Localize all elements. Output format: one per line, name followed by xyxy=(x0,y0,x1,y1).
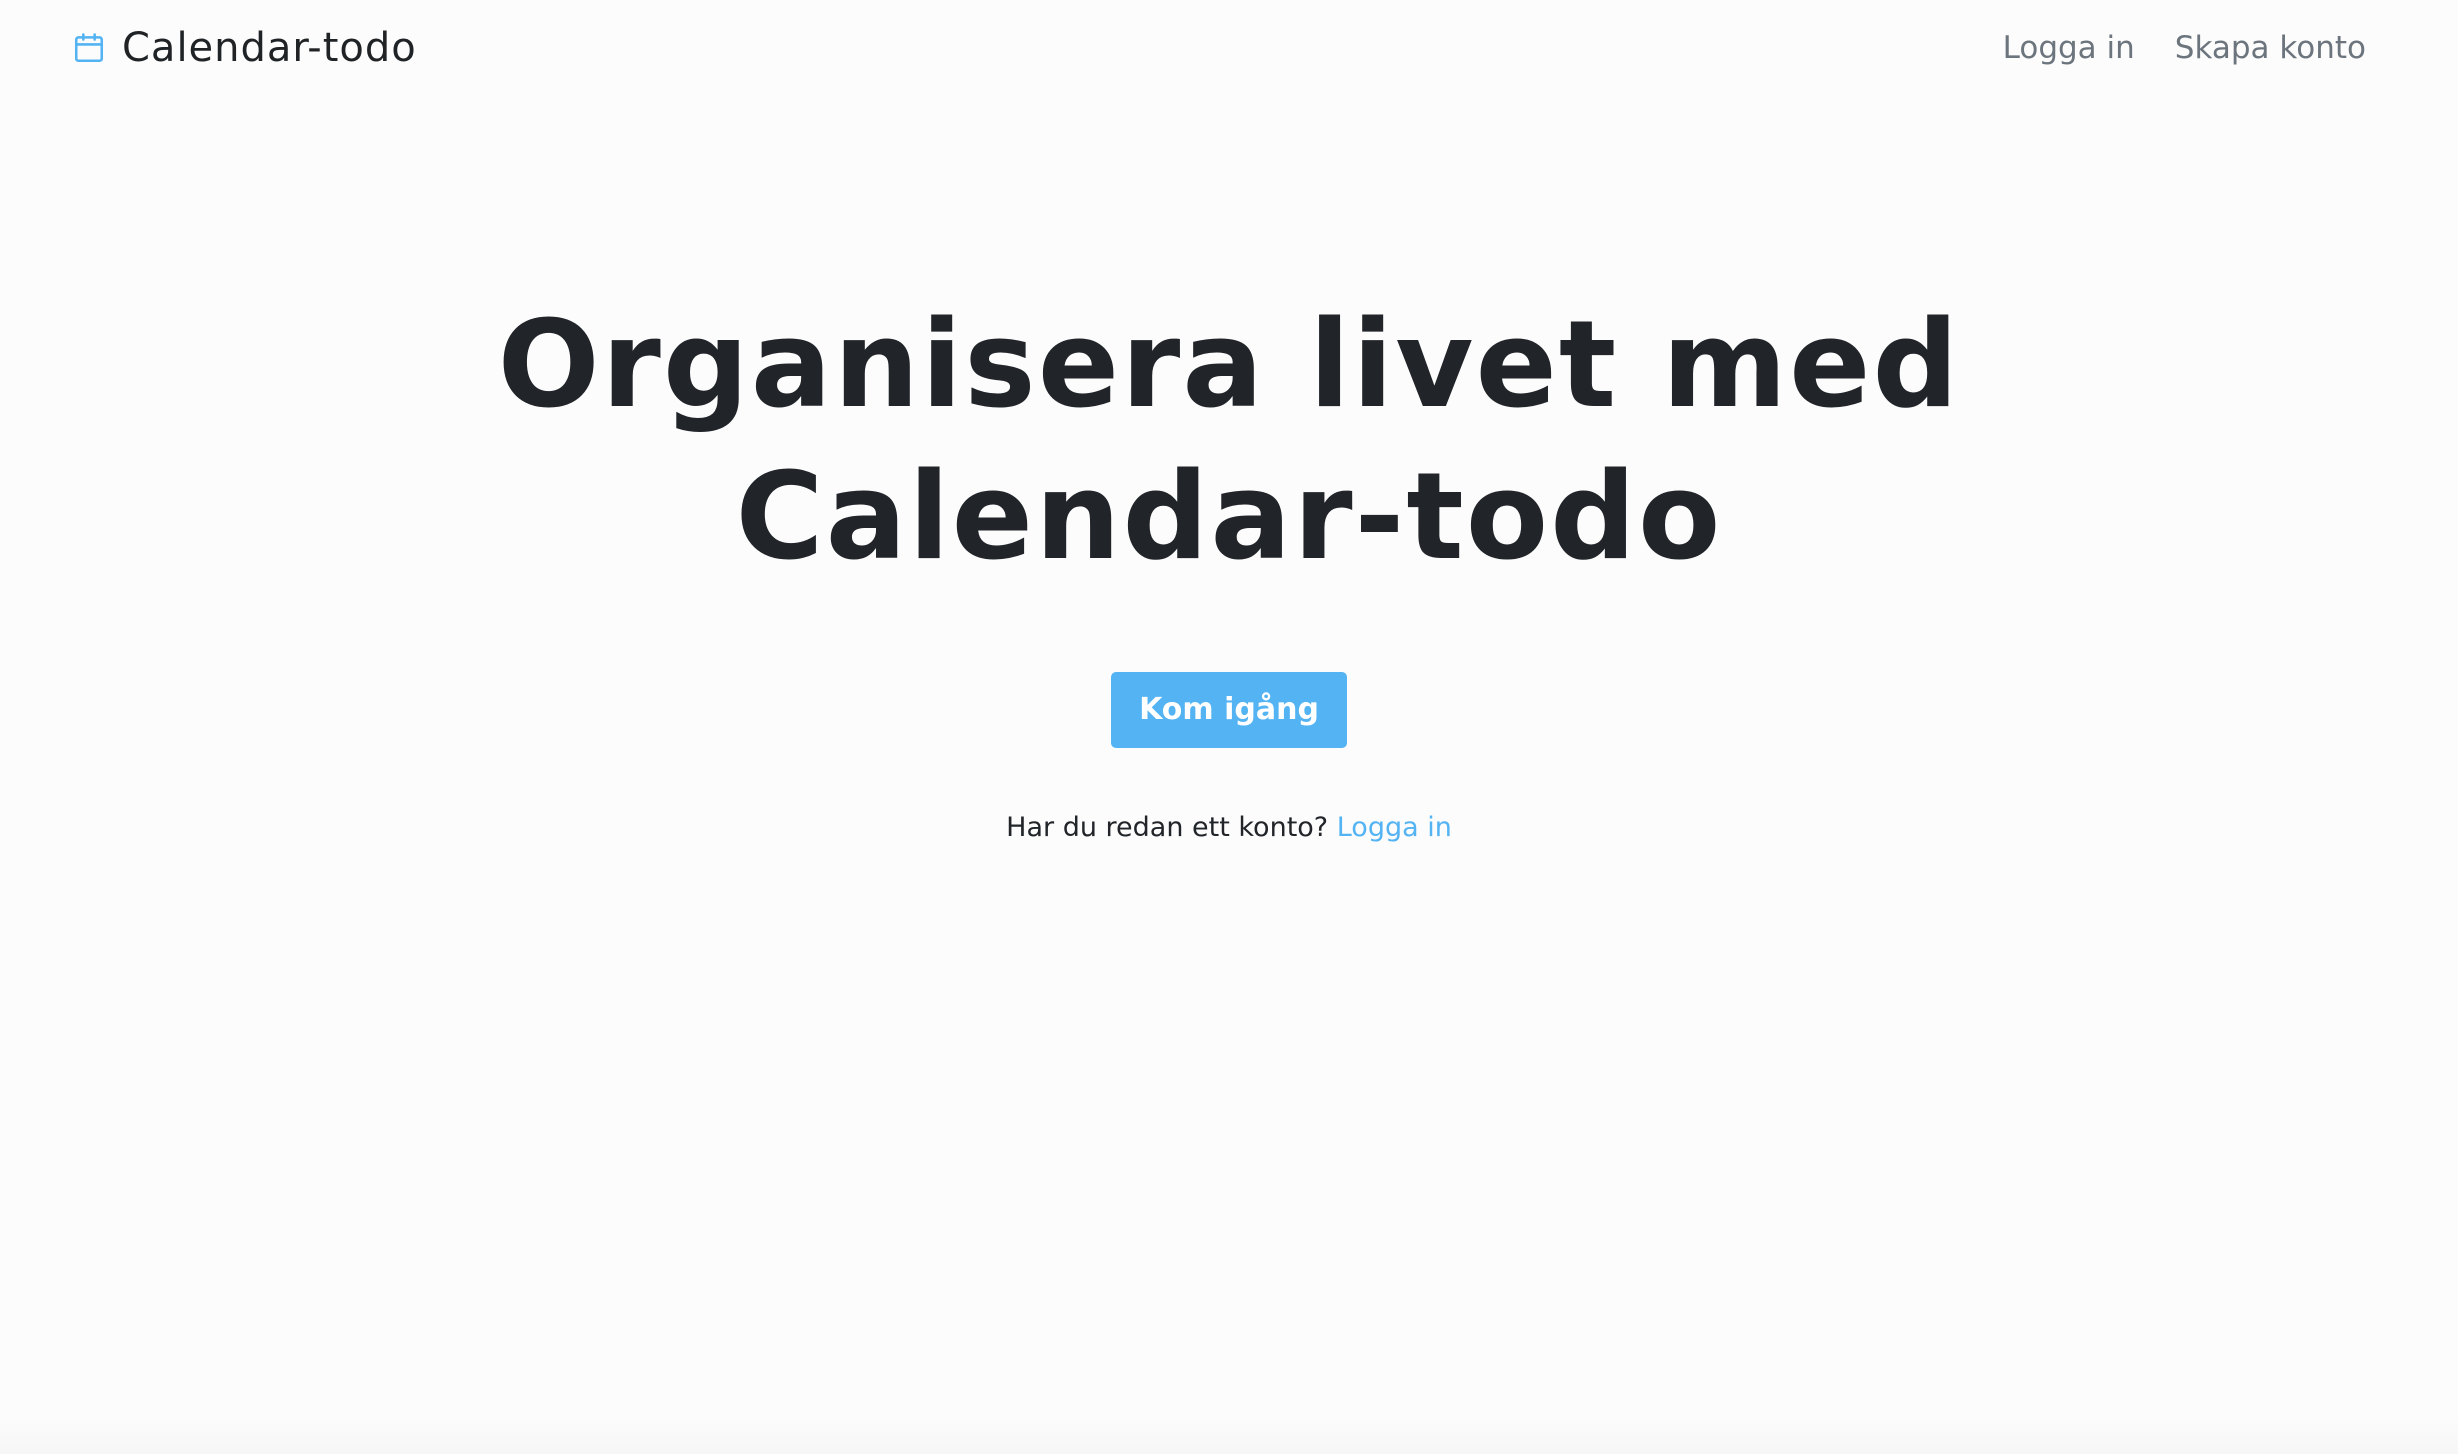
nav-login-link[interactable]: Logga in xyxy=(2003,30,2135,66)
bottom-shade xyxy=(0,1414,2458,1454)
login-prompt-link[interactable]: Logga in xyxy=(1337,812,1452,843)
hero-title-line-2: Calendar-todo xyxy=(735,448,1723,587)
navbar: Calendar-todo Logga in Skapa konto xyxy=(0,0,2458,96)
brand-link[interactable]: Calendar-todo xyxy=(72,20,417,76)
brand-name: Calendar-todo xyxy=(122,25,417,71)
hero-title: Organisera livet med Calendar-todo xyxy=(0,290,2458,594)
nav-signup-link[interactable]: Skapa konto xyxy=(2175,30,2366,66)
calendar-icon xyxy=(72,31,106,65)
login-prompt-text: Har du redan ett konto? xyxy=(1006,812,1329,843)
nav-links: Logga in Skapa konto xyxy=(1963,20,2366,76)
hero-title-line-1: Organisera livet med xyxy=(497,296,1961,435)
hero-section: Organisera livet med Calendar-todo Kom i… xyxy=(0,290,2458,843)
login-prompt: Har du redan ett konto? Logga in xyxy=(0,812,2458,843)
get-started-button[interactable]: Kom igång xyxy=(1111,672,1347,748)
